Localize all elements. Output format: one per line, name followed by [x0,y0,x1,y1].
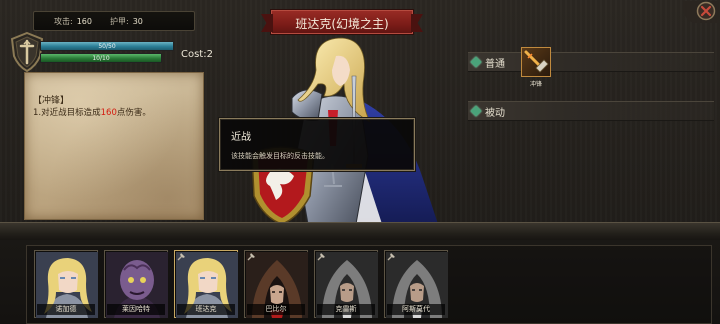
mp-bar: 10/10 [40,53,162,63]
armor-label: 护甲: [109,16,129,26]
skill-tooltip: 近战 该技能会触发目标的反击技能。 [219,118,415,171]
hero-name: 莱因哈特 [107,304,165,315]
mp-text: 10/10 [92,55,110,62]
hammer-icon [247,253,255,261]
passive-skill-label: 被动 [485,107,505,119]
hammer-icon [387,253,395,261]
class-crest-icon [10,32,44,72]
hero-name: 阿斯莫代 [387,304,445,315]
hero-name: 班达克 [177,304,235,315]
hero-name: 克雷斯 [317,304,375,315]
attack-label: 攻击: [54,16,73,26]
cost-label: Cost:2 [181,49,213,60]
hero-name: 巴比尔 [247,304,305,315]
hero-card[interactable]: 班达克 [174,250,238,318]
hero-card[interactable]: 诺加德 [34,250,98,318]
tooltip-description: 该技能会触发目标的反击技能。 [231,152,329,160]
attack-value: 160 [76,16,92,26]
gem-icon [470,105,482,117]
hero-name: 诺加德 [37,304,95,315]
armor-value: 30 [132,16,143,26]
skill-description: 1.对近战目标造成160点伤害。 [33,106,151,118]
hero-card[interactable]: 莱因哈特 [104,250,168,318]
normal-skill-row[interactable]: 普通 [468,52,714,72]
hero-detail-screen: 攻击: 160 护甲: 30 50/50 10/10 Cost:2 【冲锋】 1… [0,0,720,324]
stat-bar: 攻击: 160 护甲: 30 [33,11,195,31]
hero-card[interactable]: 阿斯莫代 [384,250,448,318]
hp-text: 50/50 [98,43,116,50]
skill-title: 【冲锋】 [33,96,70,106]
passive-skill-row[interactable]: 被动 [468,101,714,121]
roster-rail [0,222,720,240]
skill-desc-prefix: 1.对近战目标造成 [33,108,101,118]
hammer-icon [317,253,325,261]
charge-skill-slot[interactable] [521,47,551,77]
hp-bar: 50/50 [40,41,174,51]
normal-skill-label: 普通 [485,58,505,70]
hero-title: 班达克(幻境之主) [295,17,389,31]
hero-title-banner: 班达克(幻境之主) [270,9,414,35]
charge-skill-icon [524,50,549,73]
skill-description-panel: 【冲锋】 1.对近战目标造成160点伤害。 [24,72,204,220]
tooltip-title: 近战 [231,132,251,143]
gem-icon [470,56,482,68]
close-button[interactable] [683,1,719,23]
hammer-icon [177,253,185,261]
skill-desc-suffix: 点伤害。 [116,108,151,118]
skill-damage-value: 160 [100,108,117,118]
charge-skill-label: 冲锋 [529,81,542,88]
hero-card[interactable]: 克雷斯 [314,250,378,318]
hero-card[interactable]: 巴比尔 [244,250,308,318]
